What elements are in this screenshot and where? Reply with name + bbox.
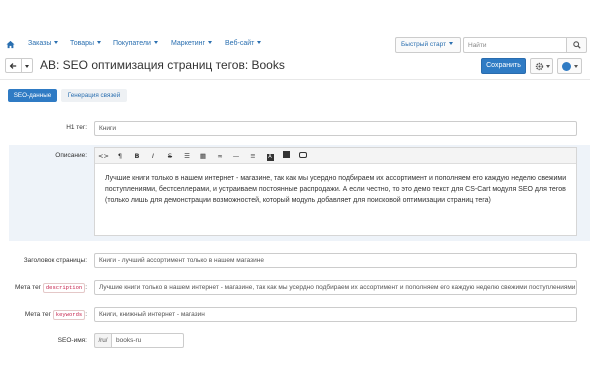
chevron-down-icon xyxy=(449,42,454,45)
font-color-icon[interactable]: A xyxy=(265,151,275,161)
chevron-down-icon xyxy=(97,41,102,44)
language-dropdown-button[interactable] xyxy=(557,58,582,74)
chevron-down-icon xyxy=(574,65,578,68)
nav-marketing[interactable]: Маркетинг xyxy=(171,40,213,47)
nav-products-label: Товары xyxy=(70,40,95,47)
nav-orders-label: Заказы xyxy=(28,40,52,47)
search-icon xyxy=(573,41,581,49)
quick-start-label: Быстрый старт xyxy=(401,41,447,48)
meta-description-tag: description xyxy=(42,283,86,293)
horizontal-rule-icon[interactable]: — xyxy=(231,151,241,161)
seo-name-field[interactable]: books-ru xyxy=(111,333,184,348)
chevron-down-icon xyxy=(54,41,59,44)
meta-keywords-colon: : xyxy=(85,311,87,318)
meta-description-colon: : xyxy=(85,284,87,291)
unordered-list-icon[interactable]: ☰ xyxy=(182,151,192,161)
save-button[interactable]: Сохранить xyxy=(481,58,526,74)
home-icon[interactable] xyxy=(6,40,15,49)
nav-website-label: Веб-сайт xyxy=(225,40,255,47)
page-title: AB: SEO оптимизация страниц тегов: Books xyxy=(40,58,285,72)
meta-description-label-text: Мета тег xyxy=(14,284,42,291)
seo-name-label: SEO-имя: xyxy=(57,337,87,344)
meta-keywords-label: Мета тег keywords: xyxy=(9,310,87,320)
page-title-label: Заголовок страницы: xyxy=(23,257,87,264)
video-icon[interactable] xyxy=(298,151,308,161)
back-button-group[interactable] xyxy=(5,58,33,73)
meta-description-label: Мета тег description: xyxy=(9,283,87,293)
meta-keywords-tag: keywords xyxy=(52,310,86,320)
meta-keywords-label-text: Мета тег xyxy=(24,311,51,318)
description-text[interactable]: Лучшие книги только в нашем интернет - м… xyxy=(105,173,571,206)
search-button[interactable] xyxy=(566,37,587,53)
search-input[interactable] xyxy=(463,37,566,53)
chevron-down-icon xyxy=(546,65,550,68)
h1-field[interactable]: Книги xyxy=(94,121,577,136)
strikethrough-icon[interactable]: S xyxy=(165,151,175,161)
tab-seo-data[interactable]: SEO-данные xyxy=(8,89,57,102)
h1-label: H1 тег: xyxy=(66,124,87,131)
image-icon[interactable] xyxy=(281,151,291,161)
meta-keywords-field[interactable]: Книги, книжный интернет - магазин xyxy=(94,307,577,322)
meta-description-field[interactable]: Лучшие книги только в нашем интернет - м… xyxy=(94,280,577,295)
code-view-icon[interactable]: <> xyxy=(98,151,109,161)
nav-orders[interactable]: Заказы xyxy=(28,40,59,47)
nav-products[interactable]: Товары xyxy=(70,40,102,47)
arrow-left-icon[interactable] xyxy=(9,62,17,70)
header-divider xyxy=(0,79,590,80)
page-header: AB: SEO оптимизация страниц тегов: Books… xyxy=(0,57,590,77)
chevron-down-icon xyxy=(208,41,213,44)
settings-dropdown-button[interactable] xyxy=(530,58,553,74)
bold-icon[interactable]: B xyxy=(132,151,142,161)
globe-icon xyxy=(562,62,571,71)
chevron-down-icon xyxy=(153,41,158,44)
chevron-down-icon xyxy=(257,41,262,44)
link-icon[interactable]: ∞ xyxy=(215,151,225,161)
nav-marketing-label: Маркетинг xyxy=(171,40,206,47)
description-label: Описание: xyxy=(55,152,87,159)
nav-customers[interactable]: Покупатели xyxy=(113,40,158,47)
nav-website[interactable]: Веб-сайт xyxy=(225,40,262,47)
nav-customers-label: Покупатели xyxy=(113,40,151,47)
gear-icon xyxy=(535,62,544,71)
tab-link-generation[interactable]: Генерация связей xyxy=(61,89,127,102)
top-nav: Заказы Товары Покупатели Маркетинг Веб-с… xyxy=(0,35,590,54)
ordered-list-icon[interactable]: ▦ xyxy=(198,151,208,161)
quick-start-button[interactable]: Быстрый старт xyxy=(395,37,461,53)
paragraph-icon[interactable]: ¶ xyxy=(115,151,125,161)
align-icon[interactable]: ≡ xyxy=(248,151,258,161)
seo-name-prefix: /ru/ xyxy=(94,333,111,348)
description-editor[interactable]: <> ¶ B I S ☰ ▦ ∞ — ≡ A Лучшие книги толь… xyxy=(94,147,577,236)
editor-toolbar: <> ¶ B I S ☰ ▦ ∞ — ≡ A xyxy=(95,148,576,164)
page-title-field[interactable]: Книги - лучший ассортимент только в наше… xyxy=(94,253,577,268)
chevron-down-icon[interactable] xyxy=(25,65,29,68)
divider xyxy=(21,59,22,72)
italic-icon[interactable]: I xyxy=(148,151,158,161)
